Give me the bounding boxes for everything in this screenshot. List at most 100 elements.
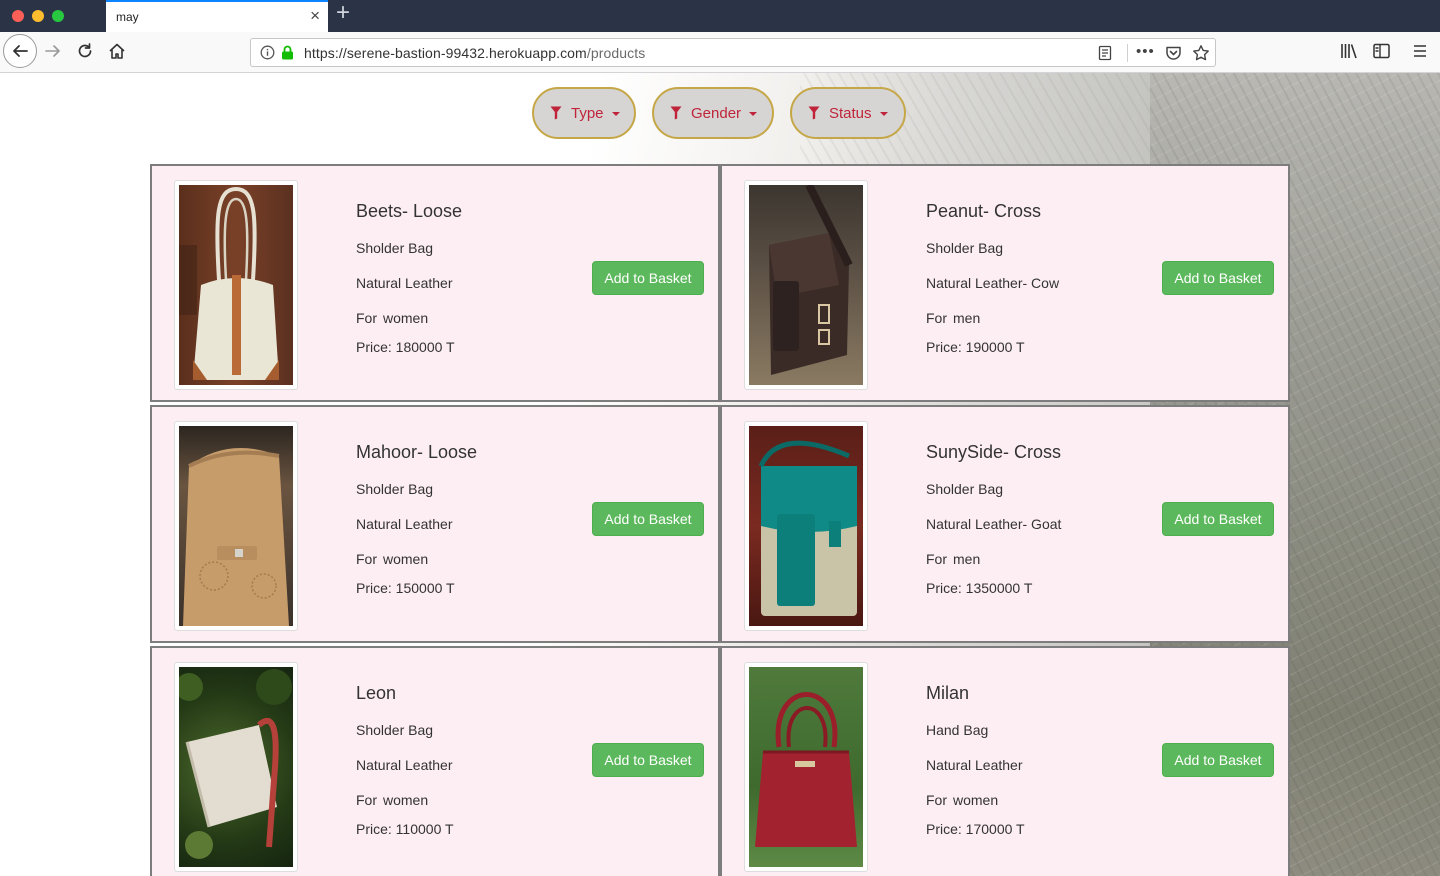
reload-button[interactable] (74, 40, 96, 62)
filter-icon (670, 106, 682, 120)
info-icon[interactable] (260, 45, 275, 65)
url-text[interactable]: https://serene-bastion-99432.herokuapp.c… (304, 45, 645, 61)
product-card: Leon Sholder Bag Natural Leather For wome… (150, 646, 720, 876)
product-photo (179, 185, 293, 385)
url-path: /products (586, 45, 646, 61)
product-photo (749, 426, 863, 626)
tab-close-icon[interactable]: × (310, 7, 320, 24)
product-name: Peanut- Cross (926, 201, 1042, 221)
product-material: Natural Leather (356, 757, 453, 773)
arrow-left-icon (13, 45, 28, 57)
add-to-basket-button[interactable]: Add to Basket (1162, 261, 1274, 295)
product-audience: For women (926, 792, 998, 808)
product-style: Hand Bag (926, 722, 989, 738)
for-label: For (926, 792, 947, 808)
product-price: Price: 110000 T (356, 821, 454, 837)
product-card: Peanut- Cross Sholder Bag Natural Leathe… (720, 164, 1290, 402)
forward-button[interactable] (42, 40, 64, 62)
page-actions-more-icon[interactable]: ••• (1136, 43, 1155, 60)
for-value: men (953, 310, 981, 326)
url-bar-divider (1127, 44, 1128, 62)
product-style: Sholder Bag (356, 481, 434, 497)
product-photo (179, 426, 293, 626)
product-price: Price: 170000 T (926, 821, 1025, 837)
product-thumbnail[interactable] (744, 662, 868, 872)
bookmark-star-icon[interactable] (1192, 44, 1210, 67)
product-audience: For women (356, 792, 428, 808)
filter-label: Gender (691, 104, 742, 122)
window-minimize-button[interactable] (32, 10, 44, 22)
for-label: For (926, 551, 947, 567)
filter-icon (808, 106, 820, 120)
reader-view-icon[interactable] (1097, 45, 1113, 66)
product-price: Price: 150000 T (356, 580, 455, 596)
product-thumbnail[interactable] (174, 662, 298, 872)
product-card: Mahoor- Loose Sholder Bag Natural Leathe… (150, 405, 720, 643)
filter-label: Status (829, 104, 872, 122)
arrow-right-icon (45, 45, 60, 57)
product-material: Natural Leather- Goat (926, 516, 1062, 532)
browser-tab-bar: may × + (0, 0, 1440, 32)
product-audience: For men (926, 551, 980, 567)
filter-label: Type (571, 104, 604, 122)
add-to-basket-button[interactable]: Add to Basket (1162, 502, 1274, 536)
product-audience: For women (356, 310, 428, 326)
product-name: Milan (926, 683, 970, 703)
filter-icon (550, 106, 562, 120)
filter-type-button[interactable]: Type (532, 87, 636, 139)
for-value: men (953, 551, 981, 567)
product-photo (179, 667, 293, 867)
hamburger-menu-icon[interactable] (1412, 43, 1428, 64)
for-label: For (356, 551, 377, 567)
product-card: SunySide- Cross Sholder Bag Natural Leat… (720, 405, 1290, 643)
browser-nav-bar: https://serene-bastion-99432.herokuapp.c… (0, 32, 1440, 73)
caret-down-icon (749, 112, 758, 116)
product-name: Beets- Loose (356, 201, 463, 221)
product-material: Natural Leather (356, 516, 453, 532)
product-material: Natural Leather- Cow (926, 275, 1060, 291)
product-name: Mahoor- Loose (356, 442, 478, 462)
window-zoom-button[interactable] (52, 10, 64, 22)
for-value: women (383, 792, 429, 808)
sidebar-toggle-icon[interactable] (1373, 43, 1390, 64)
product-thumbnail[interactable] (174, 421, 298, 631)
for-value: women (383, 551, 429, 567)
for-label: For (926, 310, 947, 326)
home-button[interactable] (106, 40, 128, 62)
product-thumbnail[interactable] (174, 180, 298, 390)
caret-down-icon (611, 112, 620, 116)
filter-gender-button[interactable]: Gender (652, 87, 774, 139)
lock-icon[interactable] (281, 45, 294, 65)
tab-title: may (116, 10, 139, 24)
library-icon[interactable] (1340, 43, 1358, 64)
pocket-icon[interactable] (1165, 45, 1182, 66)
product-photo (749, 667, 863, 867)
url-base: https://serene-bastion-99432.herokuapp.c… (304, 45, 587, 61)
add-to-basket-button[interactable]: Add to Basket (592, 743, 704, 777)
for-value: women (953, 792, 999, 808)
product-name: Leon (356, 683, 397, 703)
product-thumbnail[interactable] (744, 180, 868, 390)
product-price: Price: 180000 T (356, 339, 455, 355)
add-to-basket-button[interactable]: Add to Basket (1162, 743, 1274, 777)
product-card: Beets- Loose Sholder Bag Natural Leather… (150, 164, 720, 402)
for-value: women (383, 310, 429, 326)
page-content: Type Gender Status Beets- Loose Sholder … (0, 73, 1440, 876)
add-to-basket-button[interactable]: Add to Basket (592, 261, 704, 295)
browser-tab[interactable]: may × (106, 0, 328, 32)
filter-status-button[interactable]: Status (790, 87, 906, 139)
product-style: Sholder Bag (926, 240, 1004, 256)
product-photo (749, 185, 863, 385)
add-to-basket-button[interactable]: Add to Basket (592, 502, 704, 536)
product-material: Natural Leather (356, 275, 453, 291)
window-close-button[interactable] (12, 10, 24, 22)
url-bar[interactable]: https://serene-bastion-99432.herokuapp.c… (250, 38, 1216, 67)
product-thumbnail[interactable] (744, 421, 868, 631)
product-audience: For men (926, 310, 980, 326)
home-icon (109, 43, 125, 59)
new-tab-button[interactable]: + (336, 1, 350, 25)
back-button[interactable] (3, 34, 37, 68)
product-style: Sholder Bag (356, 240, 434, 256)
caret-down-icon (879, 112, 888, 116)
product-card: Milan Hand Bag Natural Leather For women … (720, 646, 1290, 876)
